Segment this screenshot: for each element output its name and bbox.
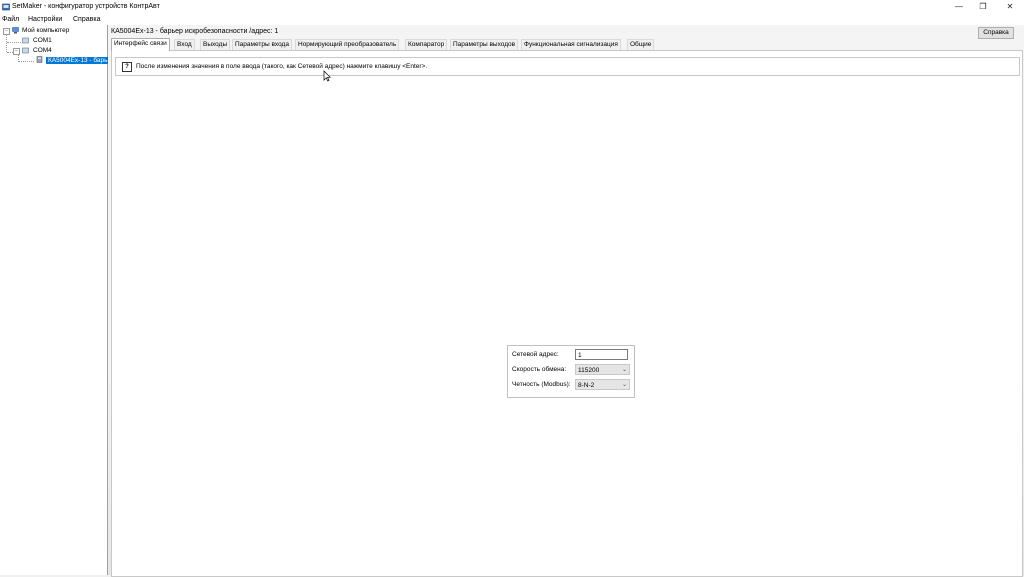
help-button[interactable]: Справка bbox=[978, 27, 1014, 39]
restore-button[interactable]: ❐ bbox=[970, 0, 996, 14]
tab-outputs[interactable]: Выходы bbox=[200, 39, 231, 50]
network-address-label: Сетевой адрес: bbox=[512, 351, 559, 358]
tree-item-computer[interactable]: Мой компьютер bbox=[22, 26, 69, 35]
menu-settings[interactable]: Настройки bbox=[28, 16, 62, 24]
device-icon bbox=[36, 56, 43, 63]
tab-input-params[interactable]: Параметры входа bbox=[232, 39, 292, 50]
chevron-down-icon: ⌄ bbox=[621, 367, 627, 373]
device-header-title: КА5004Ex-13 - барьер искробезопасности /… bbox=[111, 28, 279, 35]
baud-rate-value: 115200 bbox=[578, 367, 600, 374]
tab-normalizing-converter[interactable]: Нормирующий преобразователь bbox=[295, 39, 400, 50]
menu-help[interactable]: Справка bbox=[73, 16, 100, 24]
tab-interface[interactable]: Интерфейс связи bbox=[111, 38, 170, 51]
tree-item-com1[interactable]: COM1 bbox=[33, 36, 52, 45]
tab-general[interactable]: Общие bbox=[627, 39, 655, 50]
tree-expand-com4[interactable]: − bbox=[13, 48, 20, 55]
chevron-down-icon: ⌄ bbox=[621, 382, 627, 388]
close-button[interactable]: ✕ bbox=[997, 0, 1023, 14]
tab-content-interface: ? После изменения значения в поле ввода … bbox=[111, 50, 1023, 577]
tree-item-device[interactable]: КА5004Ex-13 - барь bbox=[46, 56, 110, 65]
title-bar: SetMaker - конфигуратор устройств КонтрА… bbox=[0, 0, 1024, 14]
connection-settings-group: Сетевой адрес: 1 Скорость обмена: 115200… bbox=[507, 345, 635, 398]
app-icon bbox=[2, 3, 10, 11]
computer-icon bbox=[12, 27, 19, 34]
menu-file[interactable]: Файл bbox=[2, 16, 19, 24]
tree-expand-root[interactable]: − bbox=[3, 28, 10, 35]
info-text: После изменения значения в поле ввода (т… bbox=[136, 63, 428, 70]
tree-connector bbox=[7, 42, 21, 43]
device-tree: − Мой компьютер COM1 − COM4 КА5004Ex-13 … bbox=[0, 25, 110, 575]
parity-label: Четность (Modbus): bbox=[512, 381, 571, 388]
tree-item-device-label: КА5004Ex-13 - барь bbox=[46, 57, 110, 64]
window-title: SetMaker - конфигуратор устройств КонтрА… bbox=[12, 3, 160, 10]
tree-item-com4[interactable]: COM4 bbox=[33, 46, 52, 55]
port-icon bbox=[22, 47, 29, 54]
tab-input[interactable]: Вход bbox=[174, 39, 195, 50]
baud-rate-select[interactable]: 115200 ⌄ bbox=[575, 364, 630, 375]
tab-functional-alarm[interactable]: Функциональная сигнализация bbox=[521, 39, 621, 50]
parity-value: 8-N-2 bbox=[578, 382, 595, 389]
parity-select[interactable]: 8-N-2 ⌄ bbox=[575, 379, 630, 390]
minimize-button[interactable]: — bbox=[946, 0, 972, 14]
menu-bar: Файл Настройки Справка bbox=[0, 14, 1024, 25]
tree-connector bbox=[18, 61, 34, 62]
info-message: ? После изменения значения в поле ввода … bbox=[115, 57, 1020, 76]
mouse-cursor-icon bbox=[323, 70, 331, 82]
port-icon bbox=[22, 37, 29, 44]
baud-rate-label: Скорость обмена: bbox=[512, 366, 567, 373]
network-address-input[interactable]: 1 bbox=[575, 349, 628, 360]
tab-comparator[interactable]: Компаратор bbox=[405, 39, 448, 50]
help-icon: ? bbox=[122, 62, 132, 72]
configuration-panel: КА5004Ex-13 - барьер искробезопасности /… bbox=[108, 25, 1024, 577]
tab-output-params[interactable]: Параметры выходов bbox=[450, 39, 519, 50]
